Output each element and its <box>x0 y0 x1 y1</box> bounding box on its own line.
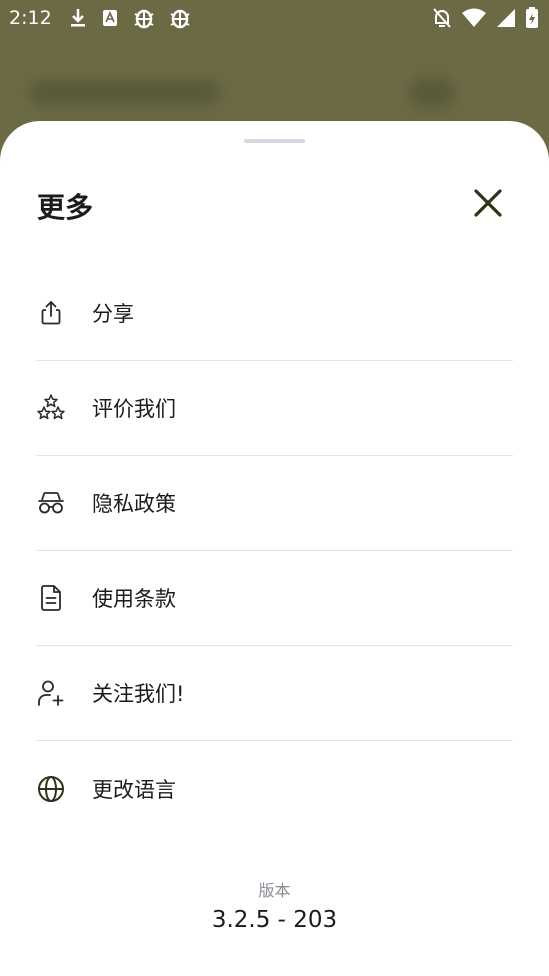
sheet-title: 更多 <box>37 191 94 224</box>
menu-item-label: 关注我们! <box>92 682 185 706</box>
globe-icon <box>36 774 66 804</box>
menu-item-change-language[interactable]: 更改语言 <box>36 741 513 836</box>
wifi-icon <box>461 6 487 34</box>
status-time: 2:12 <box>9 7 52 29</box>
share-icon <box>36 298 66 328</box>
menu-item-share[interactable]: 分享 <box>36 266 513 361</box>
menu-item-rate-us[interactable]: 评价我们 <box>36 361 513 456</box>
user-plus-icon <box>36 678 66 708</box>
menu-item-terms-of-use[interactable]: 使用条款 <box>36 551 513 646</box>
stars-icon <box>36 393 66 423</box>
drag-handle[interactable] <box>244 139 305 143</box>
version-label: 版本 <box>258 881 291 900</box>
close-icon <box>472 187 504 223</box>
download-icon <box>68 6 88 34</box>
menu-item-label: 分享 <box>92 302 134 326</box>
more-bottom-sheet: 更多 分享 评价我们 隐私政策 使用条款 关注我们! 更改语言 版本 3.2.5… <box>0 121 549 976</box>
status-left-icons <box>68 6 192 34</box>
menu-item-label: 隐私政策 <box>92 492 176 516</box>
bug-icon <box>168 6 192 34</box>
menu-item-label: 更改语言 <box>92 777 176 802</box>
signal-icon <box>495 6 517 34</box>
bell-off-icon <box>431 6 453 34</box>
close-button[interactable] <box>468 185 508 225</box>
a-icon <box>100 6 120 34</box>
menu-item-label: 评价我们 <box>92 397 176 421</box>
document-icon <box>36 583 66 613</box>
bug-icon <box>132 6 156 34</box>
menu-item-follow-us[interactable]: 关注我们! <box>36 646 513 741</box>
menu-list: 分享 评价我们 隐私政策 使用条款 关注我们! 更改语言 <box>36 266 513 836</box>
battery-charging-icon <box>525 6 539 34</box>
menu-item-privacy-policy[interactable]: 隐私政策 <box>36 456 513 551</box>
status-right-icons <box>431 6 539 34</box>
incognito-icon <box>36 488 66 518</box>
status-bar: 2:12 <box>0 0 549 38</box>
menu-item-label: 使用条款 <box>92 587 176 611</box>
version-value: 3.2.5 - 203 <box>211 907 338 933</box>
